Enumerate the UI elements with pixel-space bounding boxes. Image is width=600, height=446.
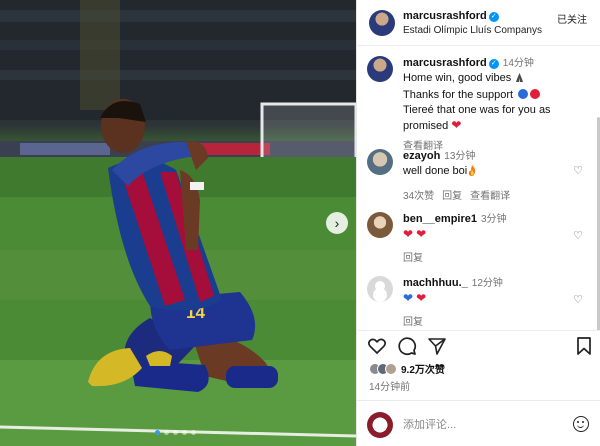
post-location[interactable]: Estadi Olímpic Lluís Companys xyxy=(403,25,542,36)
comment-username[interactable]: machhhuu._ xyxy=(403,277,468,289)
post-timestamp: 14分钟前 xyxy=(369,382,411,393)
divider xyxy=(357,400,600,401)
likes-count[interactable]: 9.2万次赞 xyxy=(401,361,445,376)
carousel-dot xyxy=(173,430,178,435)
red-heart-icon: ❤ xyxy=(403,227,414,241)
comment-like-heart-icon[interactable]: ♡ xyxy=(573,293,583,306)
red-heart-icon: ❤ xyxy=(451,118,462,132)
commenter-avatar[interactable] xyxy=(367,276,393,302)
comment-likes-count[interactable]: 34次赞 xyxy=(403,187,434,202)
carousel-dot-active xyxy=(155,430,160,435)
liker-avatar xyxy=(385,362,397,375)
divider xyxy=(357,330,600,331)
comment-like-heart-icon[interactable]: ♡ xyxy=(573,229,583,242)
commenter-avatar[interactable] xyxy=(367,212,393,238)
post-header: marcusrashford ✓ Estadi Olímpic Lluís Com… xyxy=(357,0,600,46)
comment-reply-button[interactable]: 回复 xyxy=(403,313,423,328)
comment-text: well done boi xyxy=(403,165,468,177)
commenter-avatar[interactable] xyxy=(367,149,393,175)
comment-time: 12分钟 xyxy=(471,278,503,289)
comment-item: ezayoh 13分钟 well done boi 34次赞 回复 查看翻译 xyxy=(367,149,510,202)
carousel-dot xyxy=(164,430,169,435)
comments-panel[interactable]: marcusrashford ✓ 14分钟 Home win, good vibes… xyxy=(357,47,600,330)
post-sidebar: marcusrashford ✓ Estadi Olímpic Lluís Com… xyxy=(356,0,600,446)
carousel-dot xyxy=(182,430,187,435)
verified-icon: ✓ xyxy=(488,11,499,22)
author-avatar[interactable] xyxy=(369,9,395,36)
blue-heart-icon: ❤ xyxy=(403,291,414,305)
comment-item: ben__empire1 3分钟 ❤ ❤ 回复 xyxy=(367,212,507,264)
comment-icon[interactable] xyxy=(397,336,417,361)
caption-time: 14分钟 xyxy=(502,58,534,69)
following-button[interactable]: 已关注 xyxy=(557,11,587,26)
player-celebration-image: 14 xyxy=(0,0,356,446)
comment-item: machhhuu._ 12分钟 ❤ ❤ 回复 xyxy=(367,276,503,328)
comment-time: 3分钟 xyxy=(480,214,507,225)
bookmark-icon[interactable] xyxy=(575,336,593,361)
verified-icon: ✓ xyxy=(488,59,499,69)
red-heart-icon: ❤ xyxy=(416,227,427,241)
author-username[interactable]: marcusrashford xyxy=(403,10,487,22)
post-photo: 14 › xyxy=(0,0,356,446)
caption-line-1: Home win, good vibes xyxy=(403,72,512,84)
comment-like-heart-icon[interactable]: ♡ xyxy=(573,164,583,177)
red-circle-icon xyxy=(530,89,541,99)
author-avatar[interactable] xyxy=(367,56,393,82)
post-caption: marcusrashford ✓ 14分钟 Home win, good vibes… xyxy=(367,56,551,152)
carousel-dot xyxy=(191,430,196,435)
comment-time: 13分钟 xyxy=(444,151,476,162)
blue-circle-icon xyxy=(518,89,529,99)
post-action-bar xyxy=(357,334,600,362)
caption-username[interactable]: marcusrashford xyxy=(403,57,487,69)
caption-line-2: Thanks for the support xyxy=(403,89,514,101)
comment-reply-button[interactable]: 回复 xyxy=(403,249,423,264)
fire-icon xyxy=(467,165,477,181)
comment-input[interactable] xyxy=(403,419,543,431)
comment-translate-link[interactable]: 查看翻译 xyxy=(470,187,510,202)
share-icon[interactable] xyxy=(427,336,447,361)
comment-username[interactable]: ben__empire1 xyxy=(403,213,477,225)
next-arrow-icon: › xyxy=(334,215,340,231)
comment-reply-button[interactable]: 回复 xyxy=(442,187,462,202)
praying-hands-icon xyxy=(514,72,525,88)
emoji-icon[interactable] xyxy=(573,416,589,432)
next-photo-button[interactable]: › xyxy=(326,212,348,234)
carousel-indicator xyxy=(155,430,196,435)
caption-line-4: promised xyxy=(403,120,449,132)
likes-summary[interactable]: 9.2万次赞 xyxy=(369,361,445,376)
comment-username[interactable]: ezayoh xyxy=(403,150,440,162)
red-heart-icon: ❤ xyxy=(416,291,427,305)
comment-composer xyxy=(357,404,600,446)
caption-line-3: Tiereé that one was for you as xyxy=(403,104,551,116)
current-user-avatar xyxy=(367,412,393,438)
heart-icon[interactable] xyxy=(367,336,387,361)
